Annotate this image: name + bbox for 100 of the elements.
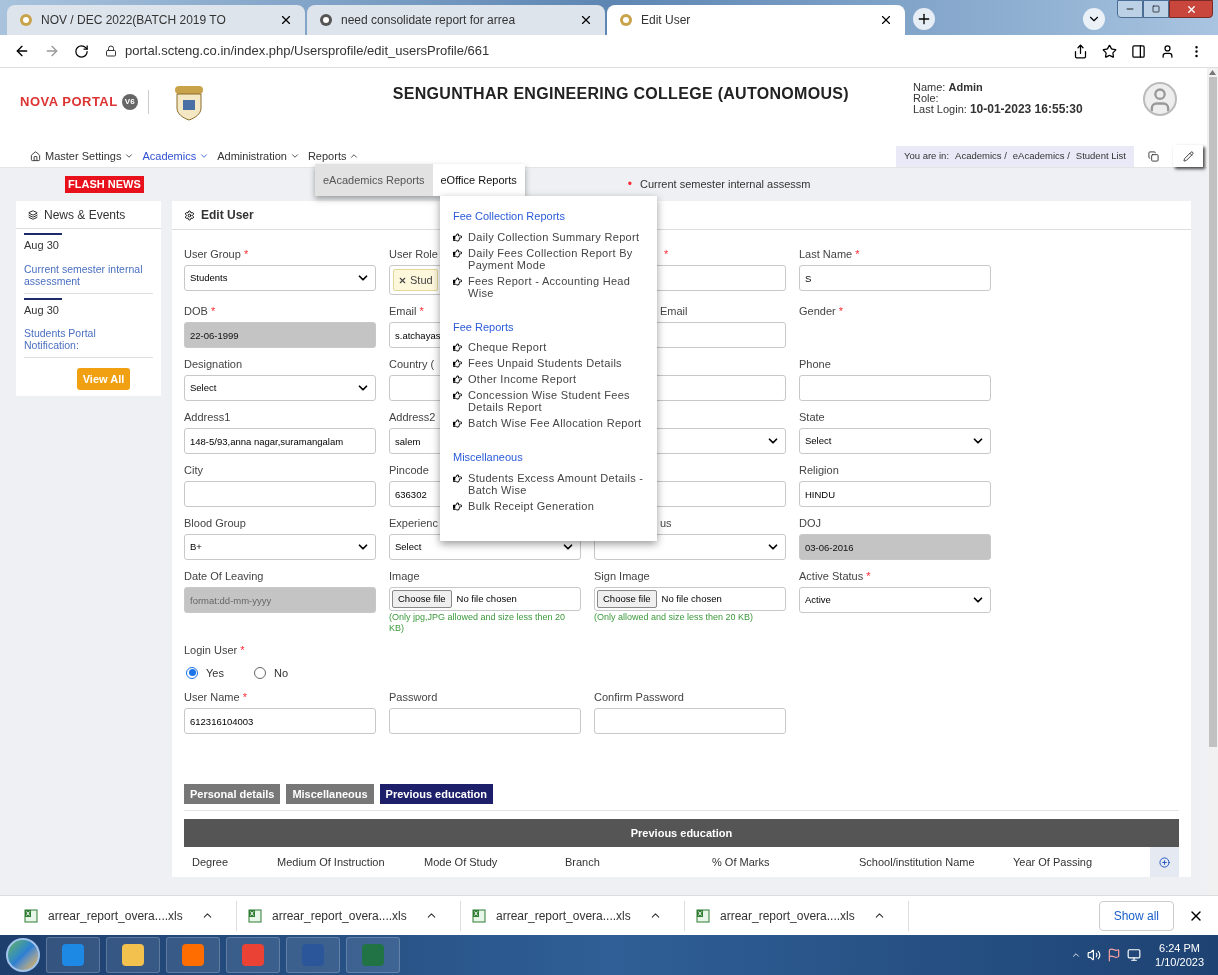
submenu-link[interactable]: Batch Wise Fee Allocation Report bbox=[468, 417, 642, 429]
choose-file-button[interactable]: Choose file bbox=[392, 590, 452, 608]
college-title: SENGUNTHAR ENGINEERING COLLEGE (AUTONOMOUS) bbox=[392, 84, 849, 104]
close-icon[interactable] bbox=[279, 13, 293, 27]
browser-tab[interactable]: need consolidate report for arrea bbox=[307, 5, 605, 35]
breadcrumb-link[interactable]: eAcademics / bbox=[1012, 148, 1070, 164]
news-link[interactable]: Current semester internal assessment bbox=[24, 262, 153, 287]
text-field[interactable] bbox=[389, 708, 581, 734]
bookmark-icon[interactable] bbox=[1102, 43, 1117, 59]
submenu-link[interactable]: Fees Report - Accounting Head Wise bbox=[468, 274, 644, 299]
add-row-icon[interactable] bbox=[1159, 856, 1170, 868]
show-all-button[interactable]: Show all bbox=[1098, 900, 1174, 931]
pointing-hand-icon bbox=[453, 391, 462, 400]
pointing-hand-icon bbox=[453, 501, 462, 511]
spreadsheet-file-icon bbox=[248, 908, 262, 923]
submenu-link[interactable]: Students Excess Amount Details - Batch Wise bbox=[468, 471, 644, 496]
file-field[interactable]: Choose file No file chosen bbox=[389, 587, 581, 611]
close-icon[interactable] bbox=[579, 13, 593, 27]
download-item[interactable]: arrear_report_overa....xls bbox=[240, 900, 461, 931]
speaker-icon[interactable] bbox=[1087, 948, 1102, 962]
pencil-icon[interactable] bbox=[1182, 150, 1194, 162]
download-item[interactable]: arrear_report_overa....xls bbox=[16, 900, 237, 931]
download-item[interactable]: arrear_report_overa....xls bbox=[688, 900, 909, 931]
table-title: Previous education bbox=[630, 825, 733, 841]
copy-icon[interactable] bbox=[1148, 150, 1159, 162]
maximize-icon[interactable] bbox=[1152, 5, 1160, 13]
close-icon[interactable] bbox=[879, 13, 893, 27]
reports-menu-item[interactable]: eAcademics Reports bbox=[315, 164, 433, 196]
reports-menu-item[interactable]: eOffice Reports bbox=[432, 164, 525, 196]
field-label: Religion bbox=[799, 464, 839, 476]
text-field[interactable]: HINDU bbox=[799, 481, 991, 507]
user-name-text: Name: Admin bbox=[913, 82, 984, 93]
text-field[interactable] bbox=[799, 375, 991, 401]
section-tab[interactable]: Miscellaneous bbox=[286, 784, 374, 804]
start-orb-icon[interactable] bbox=[6, 938, 40, 972]
scroll-up-arrow-icon[interactable] bbox=[1209, 70, 1216, 75]
text-field[interactable]: 612316104003 bbox=[184, 708, 376, 734]
maximize-button[interactable] bbox=[1143, 0, 1169, 18]
text-field[interactable] bbox=[184, 481, 376, 507]
select-field[interactable]: Active bbox=[799, 587, 991, 613]
back-icon[interactable] bbox=[14, 43, 30, 59]
submenu-link[interactable]: Bulk Receipt Generation bbox=[468, 499, 595, 512]
network-icon[interactable] bbox=[1127, 948, 1142, 962]
profile-icon[interactable] bbox=[1160, 43, 1175, 59]
submenu-link[interactable]: Concession Wise Student Fees Details Report bbox=[468, 389, 644, 413]
select-field[interactable]: Select bbox=[184, 375, 376, 401]
home-icon bbox=[30, 150, 41, 162]
nav-menu-item[interactable]: Academics bbox=[142, 147, 210, 165]
layers-icon bbox=[28, 209, 38, 220]
scrollbar-thumb[interactable] bbox=[1208, 77, 1217, 747]
radio-option[interactable]: Yes bbox=[186, 664, 224, 681]
share-icon[interactable] bbox=[1073, 43, 1088, 59]
selected-tag[interactable]: Stud bbox=[393, 269, 438, 291]
nav-menu-item[interactable]: Administration bbox=[217, 147, 300, 165]
flash-news-label: FLASH NEWS bbox=[65, 175, 144, 193]
nav-menu-item[interactable]: Reports bbox=[307, 147, 360, 165]
column-header: Medium Of Instruction bbox=[276, 854, 386, 870]
text-field[interactable]: 148-5/93,anna nagar,suramangalam bbox=[184, 428, 376, 454]
browser-tab[interactable]: NOV / DEC 2022(BATCH 2019 TO bbox=[7, 5, 305, 35]
nav-menu-item[interactable]: Master Settings bbox=[45, 147, 135, 165]
submenu-link[interactable]: Daily Collection Summary Report bbox=[468, 230, 640, 243]
reload-icon[interactable] bbox=[74, 43, 89, 59]
submenu-link[interactable]: Other Income Report bbox=[468, 373, 577, 385]
avatar-icon[interactable] bbox=[1143, 82, 1177, 116]
submenu-link[interactable]: Fees Unpaid Students Details bbox=[468, 357, 622, 369]
select-field[interactable]: Students bbox=[184, 265, 376, 291]
close-button[interactable] bbox=[1169, 0, 1213, 18]
file-status-text: No file chosen bbox=[661, 591, 722, 606]
clock[interactable]: 6:24 PM 1/10/2023 bbox=[1147, 941, 1212, 969]
text-field[interactable]: S bbox=[799, 265, 991, 291]
breadcrumb-link[interactable]: Academics / bbox=[955, 148, 1007, 164]
address-field[interactable]: portal.scteng.co.in/index.php/Usersprofile/edit_usersProfile/661 bbox=[103, 38, 1059, 64]
news-link[interactable]: Students Portal Notification: bbox=[24, 327, 153, 351]
browser-tab[interactable]: Edit User bbox=[607, 5, 905, 35]
file-field[interactable]: Choose file No file chosen bbox=[594, 587, 786, 611]
breadcrumb-link[interactable]: Student List bbox=[1075, 148, 1126, 164]
submenu-link[interactable]: Cheque Report bbox=[468, 341, 547, 353]
side-panel-icon[interactable] bbox=[1131, 43, 1146, 59]
column-header: Degree bbox=[191, 854, 230, 870]
section-tab[interactable]: Previous education bbox=[379, 784, 494, 804]
flag-icon[interactable] bbox=[1107, 948, 1122, 962]
select-field[interactable] bbox=[594, 534, 786, 560]
text-field[interactable] bbox=[594, 708, 786, 734]
remove-icon[interactable] bbox=[398, 275, 407, 285]
select-field[interactable]: Select bbox=[799, 428, 991, 454]
field-label: DOB * bbox=[184, 305, 216, 317]
field-label: Phone bbox=[799, 358, 831, 370]
minimize-button[interactable] bbox=[1117, 0, 1143, 18]
forward-icon[interactable] bbox=[44, 43, 60, 59]
submenu-link[interactable]: Daily Fees Collection Report By Payment Mode bbox=[468, 246, 644, 271]
section-tab[interactable]: Personal details bbox=[184, 784, 281, 804]
caret-icon bbox=[349, 151, 360, 161]
choose-file-button[interactable]: Choose file bbox=[597, 590, 657, 608]
edit-button[interactable] bbox=[1173, 145, 1203, 167]
select-field[interactable]: B+ bbox=[184, 534, 376, 560]
pointing-hand-icon bbox=[453, 359, 462, 368]
column-header: Branch bbox=[564, 854, 601, 870]
download-item[interactable]: arrear_report_overa....xls bbox=[464, 900, 685, 931]
pointing-hand-icon bbox=[453, 343, 462, 352]
radio-option[interactable]: No bbox=[253, 664, 288, 681]
